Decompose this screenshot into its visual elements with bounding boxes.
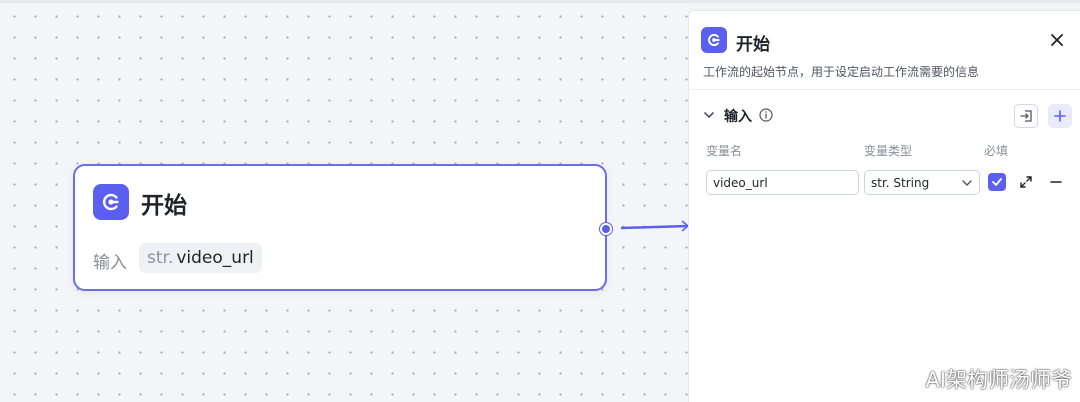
panel-title: 开始: [736, 35, 770, 55]
start-node[interactable]: 开始 输入 str. video_url: [73, 164, 612, 291]
watermark: AI架构师汤师爷: [925, 368, 1072, 392]
chevron-down-icon: [962, 180, 972, 186]
node-variable-chip: str. video_url: [139, 243, 262, 273]
import-icon: [1020, 110, 1032, 122]
node-title: 开始: [141, 193, 187, 219]
add-variable-button[interactable]: [1048, 104, 1072, 128]
top-border: [0, 0, 1080, 3]
variable-type-select[interactable]: str. String: [864, 170, 980, 195]
node-input-label: 输入: [93, 253, 127, 273]
panel-description: 工作流的起始节点，用于设定启动工作流需要的信息: [703, 65, 980, 79]
chevron-down-icon[interactable]: [703, 109, 715, 121]
variable-type-value: str. String: [871, 175, 930, 190]
start-icon: [93, 184, 129, 220]
node-settings-panel: 开始 工作流的起始节点，用于设定启动工作流需要的信息 输入 变量名 变量类型 必…: [688, 10, 1080, 402]
variable-name-input[interactable]: [706, 170, 859, 195]
start-icon: [701, 27, 727, 53]
column-header-required: 必填: [984, 144, 1009, 158]
panel-divider: [689, 89, 1080, 90]
connection-edge: [620, 220, 690, 232]
minus-icon[interactable]: [1049, 175, 1063, 189]
info-icon[interactable]: [759, 108, 773, 122]
chip-type: str.: [147, 248, 174, 268]
close-icon[interactable]: [1048, 31, 1066, 49]
required-checkbox[interactable]: [988, 173, 1006, 191]
expand-icon[interactable]: [1019, 175, 1033, 189]
section-title-input: 输入: [724, 109, 752, 125]
plus-icon: [1054, 110, 1066, 122]
column-header-type: 变量类型: [864, 144, 913, 158]
output-handle[interactable]: [600, 223, 612, 235]
check-icon: [992, 178, 1002, 186]
column-header-name: 变量名: [706, 144, 743, 158]
chip-name: video_url: [176, 248, 254, 268]
import-button[interactable]: [1014, 104, 1038, 128]
